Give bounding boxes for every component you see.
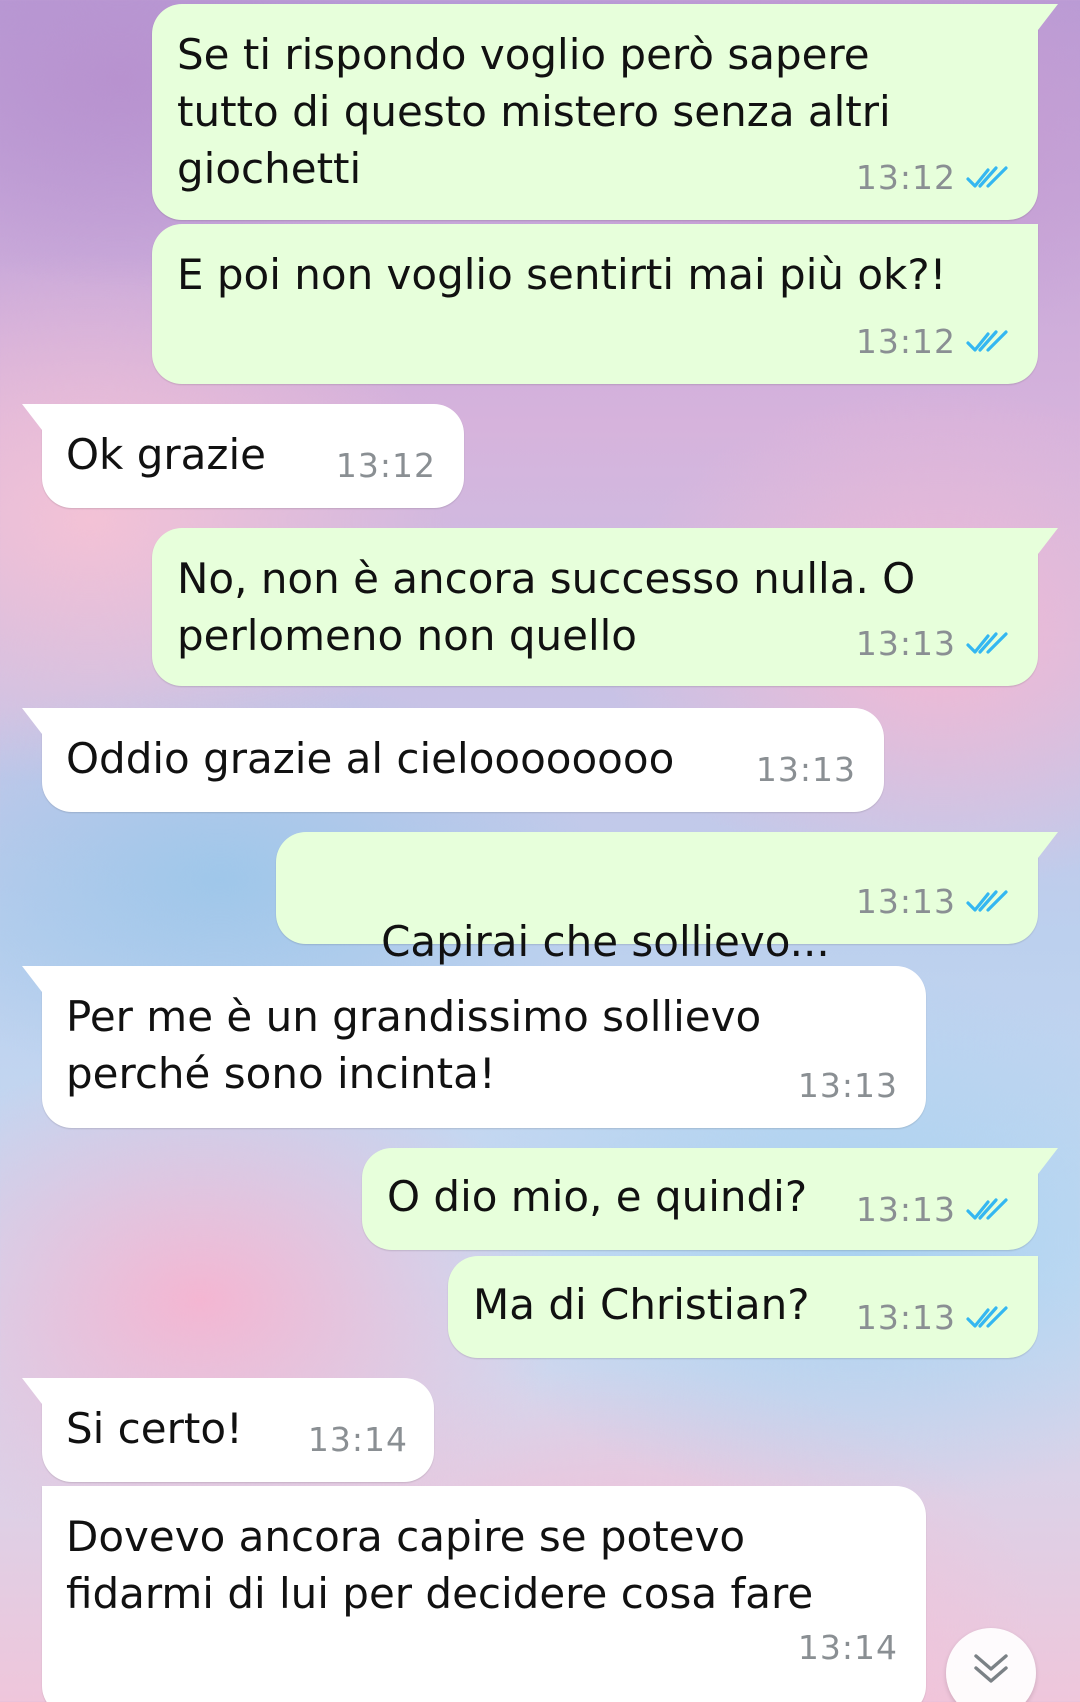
message-text: E poi non voglio sentirti mai più ok?! (177, 250, 947, 299)
message-text: Se ti rispondo voglio però sapere tutto … (177, 30, 891, 193)
message-time: 13:13 (855, 882, 956, 921)
message-time: 13:14 (797, 1628, 898, 1667)
message-meta: 13:13 (856, 1289, 1012, 1346)
message-bubble-outgoing[interactable]: Se ti rispondo voglio però sapere tutto … (152, 4, 1058, 220)
message-text: Si certo! (66, 1404, 243, 1453)
message-meta: 13:14 (308, 1411, 408, 1468)
message-meta: 13:13 (798, 1057, 898, 1114)
message-bubble-outgoing[interactable]: No, non è ancora successo nulla. O perlo… (152, 528, 1058, 686)
message-time: 13:13 (755, 750, 856, 789)
message-bubble-incoming[interactable]: Si certo! 13:14 (22, 1378, 434, 1482)
message-text: Dovevo ancora capire se potevo fidarmi d… (66, 1512, 814, 1618)
message-meta: 13:13 (856, 615, 1012, 672)
chevron-double-down-icon (974, 1654, 1008, 1683)
message-time: 13:13 (855, 1190, 956, 1229)
message-text: Capirai che sollievo... (381, 917, 830, 966)
message-bubble-incoming[interactable]: Oddio grazie al cieloooooooo 13:13 (22, 708, 884, 812)
message-meta: 13:12 (856, 313, 1012, 370)
message-meta: 13:14 (798, 1619, 898, 1676)
message-time: 13:13 (855, 1298, 956, 1337)
message-time: 13:13 (797, 1066, 898, 1105)
message-time: 13:13 (855, 624, 956, 663)
double-check-icon (966, 1197, 1008, 1220)
message-text: Ma di Christian? (473, 1280, 810, 1329)
message-bubble-incoming[interactable]: Ok grazie 13:12 (22, 404, 464, 508)
double-check-icon (966, 889, 1008, 912)
message-bubble-outgoing[interactable]: E poi non voglio sentirti mai più ok?! 1… (152, 224, 1038, 384)
double-check-icon (966, 165, 1008, 188)
double-check-icon (966, 631, 1008, 654)
message-text: Ok grazie (66, 430, 266, 479)
message-text: Per me è un grandissimo sollievo perché … (66, 992, 762, 1098)
double-check-icon (966, 1305, 1008, 1328)
message-meta: 13:12 (856, 149, 1012, 206)
message-text: No, non è ancora successo nulla. O perlo… (177, 554, 916, 660)
chat-area[interactable]: Se ti rispondo voglio però sapere tutto … (0, 0, 1080, 1702)
message-bubble-outgoing[interactable]: Capirai che sollievo... 13:13 (276, 832, 1058, 1029)
message-time: 13:12 (855, 322, 956, 361)
message-time: 13:12 (335, 446, 436, 485)
message-meta: 13:13 (856, 1181, 1012, 1238)
message-time: 13:12 (855, 158, 956, 197)
message-text: O dio mio, e quindi? (387, 1172, 808, 1221)
message-meta: 13:12 (336, 437, 436, 494)
message-text: Oddio grazie al cieloooooooo (66, 734, 675, 783)
message-meta: 13:13 (756, 741, 856, 798)
message-bubble-outgoing[interactable]: O dio mio, e quindi? 13:13 (362, 1148, 1058, 1250)
message-bubble-incoming[interactable]: Per me è un grandissimo sollievo perché … (22, 966, 926, 1128)
message-time: 13:14 (307, 1420, 408, 1459)
double-check-icon (966, 329, 1008, 352)
scroll-to-bottom-button[interactable] (946, 1628, 1036, 1702)
message-bubble-incoming[interactable]: Dovevo ancora capire se potevo fidarmi d… (42, 1486, 926, 1702)
message-meta: 13:13 (856, 873, 1012, 930)
message-bubble-outgoing[interactable]: Ma di Christian? 13:13 (448, 1256, 1038, 1358)
